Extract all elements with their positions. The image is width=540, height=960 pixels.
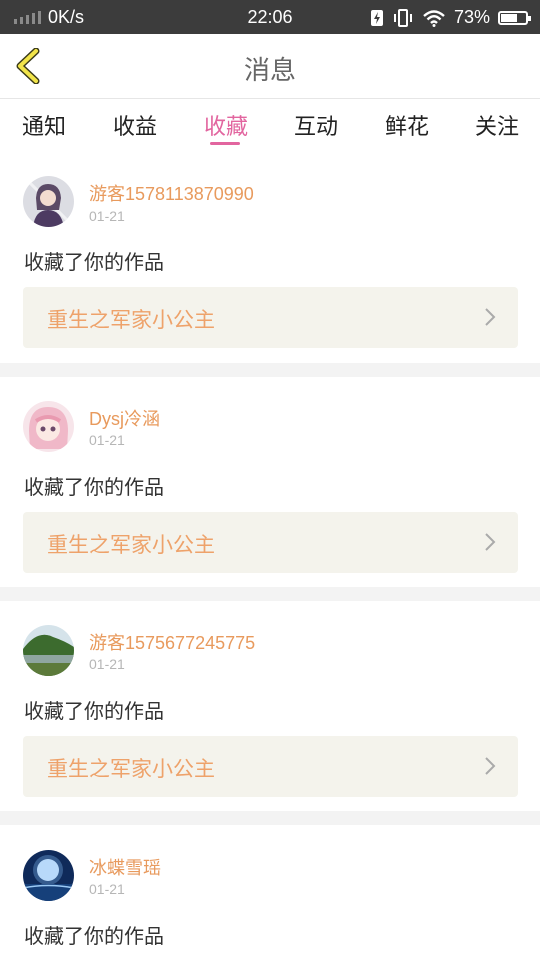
work-link[interactable]: 重生之军家小公主 — [23, 287, 518, 348]
username[interactable]: Dysj冷涵 — [89, 405, 160, 431]
username[interactable]: 游客1575677245775 — [89, 629, 255, 655]
tab-bar: 通知 收益 收藏 互动 鲜花 关注 — [0, 99, 540, 151]
work-link[interactable]: 重生之军家小公主 — [23, 736, 518, 797]
user-avatar[interactable] — [23, 850, 74, 901]
anime-girl-avatar-icon — [23, 176, 74, 227]
message-date: 01-21 — [89, 881, 125, 897]
work-title: 重生之军家小公主 — [47, 757, 215, 781]
landscape-avatar-icon — [23, 625, 74, 676]
divider — [0, 363, 540, 377]
message-date: 01-21 — [89, 656, 125, 672]
work-title: 重生之军家小公主 — [47, 308, 215, 332]
work-link[interactable]: 重生之军家小公主 — [23, 512, 518, 573]
title-bar: 消息 — [0, 34, 540, 99]
action-text: 收藏了你的作品 — [24, 250, 164, 274]
chevron-right-icon — [485, 757, 496, 775]
work-title: 重生之军家小公主 — [47, 533, 215, 557]
wifi-icon — [423, 9, 445, 27]
action-text: 收藏了你的作品 — [24, 924, 164, 948]
message-card: 游客1575677245775 01-21 收藏了你的作品 重生之军家小公主 — [0, 601, 540, 811]
username[interactable]: 游客1578113870990 — [89, 180, 254, 206]
message-card: Dysj冷涵 01-21 收藏了你的作品 重生之军家小公主 — [0, 377, 540, 587]
tab-interactions[interactable]: 互动 — [294, 109, 338, 141]
battery-icon — [498, 10, 531, 25]
action-text: 收藏了你的作品 — [24, 475, 164, 499]
chevron-right-icon — [485, 308, 496, 326]
page-title: 消息 — [243, 56, 296, 86]
tab-follows[interactable]: 关注 — [475, 109, 519, 141]
battery-fill — [501, 13, 518, 22]
battery-saver-icon — [370, 9, 383, 26]
message-date: 01-21 — [89, 432, 125, 448]
moon-night-avatar-icon — [23, 850, 74, 901]
pink-hair-girl-avatar-icon — [23, 401, 74, 452]
status-bar: 0K/s 22:06 73% — [0, 0, 540, 34]
battery-percent: 73% — [453, 7, 490, 27]
action-text: 收藏了你的作品 — [24, 699, 164, 723]
user-avatar[interactable] — [23, 401, 74, 452]
active-tab-indicator — [210, 142, 240, 145]
username[interactable]: 冰蝶雪瑶 — [89, 854, 161, 880]
user-avatar[interactable] — [23, 625, 74, 676]
tab-earnings[interactable]: 收益 — [113, 109, 157, 141]
tab-favorites[interactable]: 收藏 — [204, 109, 248, 141]
tab-flowers[interactable]: 鲜花 — [385, 109, 429, 141]
divider — [0, 587, 540, 601]
message-card: 冰蝶雪瑶 01-21 收藏了你的作品 — [0, 825, 540, 960]
user-avatar[interactable] — [23, 176, 74, 227]
vibrate-icon — [393, 8, 412, 27]
chevron-right-icon — [485, 533, 496, 551]
message-date: 01-21 — [89, 208, 125, 224]
message-card: 游客1578113870990 01-21 收藏了你的作品 重生之军家小公主 — [0, 151, 540, 363]
divider — [0, 811, 540, 825]
tab-notifications[interactable]: 通知 — [22, 109, 66, 141]
